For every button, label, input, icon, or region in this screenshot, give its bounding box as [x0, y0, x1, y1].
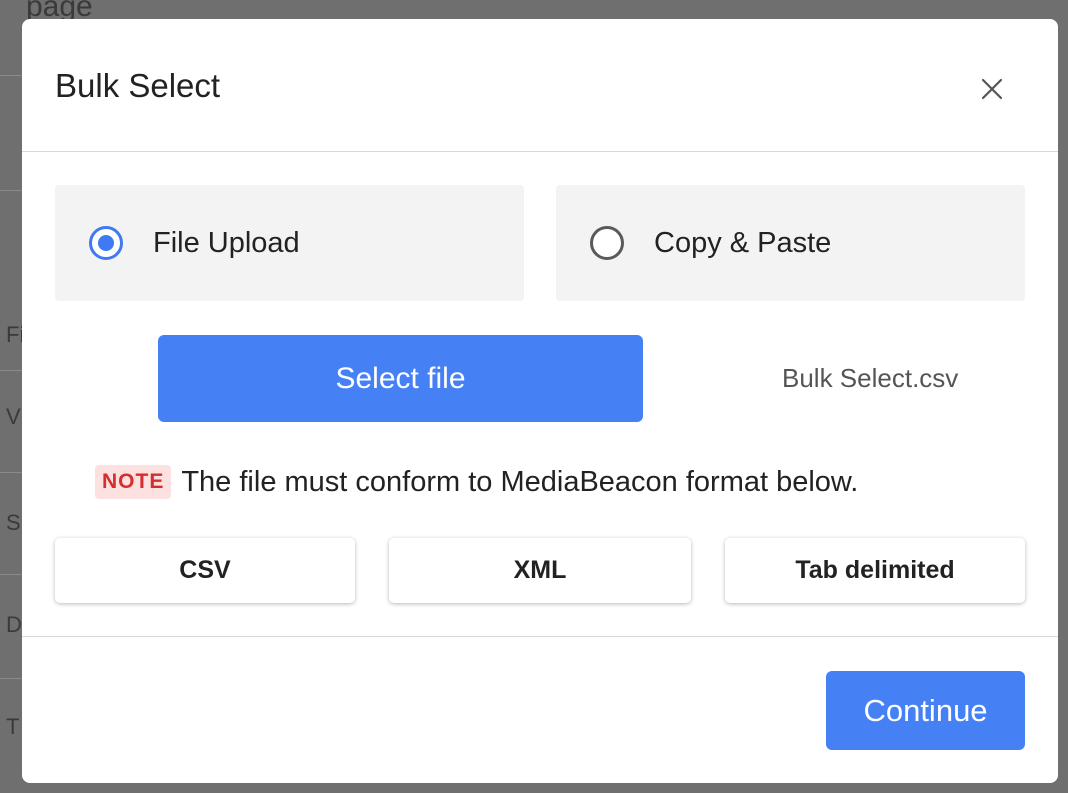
selected-file-name: Bulk Select.csv [782, 363, 959, 393]
background-row-text: S [6, 510, 21, 535]
close-icon [981, 78, 1003, 100]
dialog-header: Bulk Select [22, 19, 1058, 152]
csv-format-button[interactable]: CSV [55, 538, 355, 603]
background-row-text: T [6, 714, 20, 739]
close-button[interactable] [970, 67, 1014, 111]
file-upload-option[interactable]: File Upload [55, 185, 524, 301]
copy-paste-radio[interactable] [590, 226, 624, 260]
xml-format-button[interactable]: XML [389, 538, 691, 603]
continue-button[interactable]: Continue [826, 671, 1025, 750]
copy-paste-option[interactable]: Copy & Paste [556, 185, 1025, 301]
bulk-select-dialog: Bulk Select File Upload Copy & Paste Sel… [22, 19, 1058, 783]
note-badge: NOTE [95, 465, 172, 499]
background-row-text: V [6, 404, 21, 429]
background-row-text: D [6, 612, 22, 637]
note-text: The file must conform to MediaBeacon for… [181, 465, 859, 498]
copy-paste-label: Copy & Paste [654, 226, 832, 259]
select-file-button[interactable]: Select file [158, 335, 643, 422]
tab-delimited-format-button[interactable]: Tab delimited [725, 538, 1025, 603]
footer-divider [22, 636, 1058, 637]
file-upload-label: File Upload [153, 226, 300, 259]
format-note: NOTE The file must conform to MediaBeaco… [95, 465, 858, 499]
file-upload-radio[interactable] [89, 226, 123, 260]
dialog-title: Bulk Select [55, 67, 221, 104]
